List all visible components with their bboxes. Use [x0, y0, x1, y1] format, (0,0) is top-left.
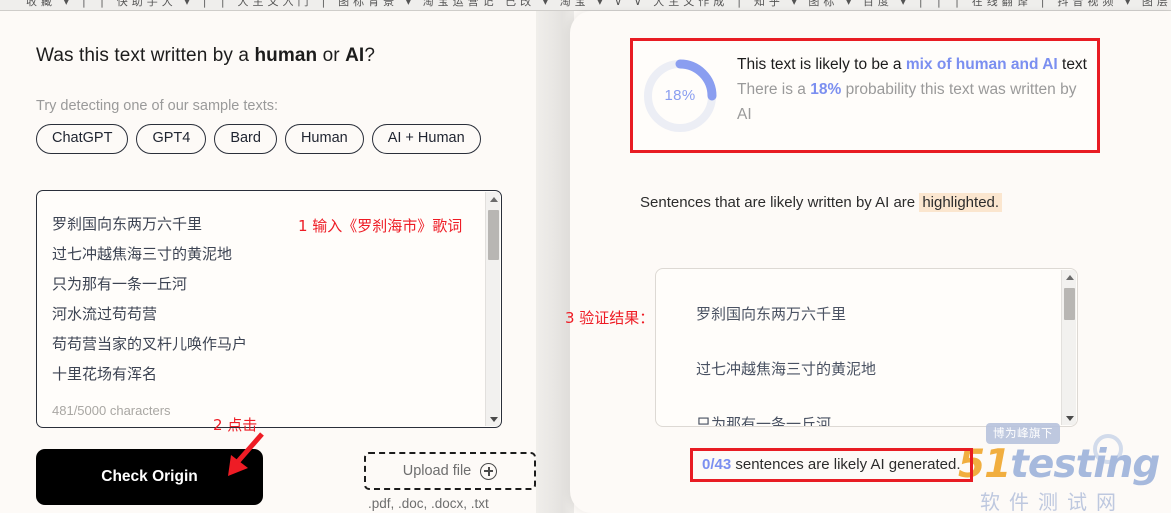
input-line: 过七冲越焦海三寸的黄泥地 — [52, 245, 233, 263]
result-subline: There is a 18% probability this text was… — [737, 77, 1089, 127]
result-subline-prefix: There is a — [737, 81, 811, 98]
output-scrollbar[interactable] — [1061, 270, 1076, 425]
sample-chip-bard[interactable]: Bard — [214, 124, 277, 154]
scroll-down-arrow-icon[interactable] — [486, 412, 501, 426]
page-title-ai: AI — [345, 45, 365, 66]
scroll-up-arrow-icon[interactable] — [1062, 270, 1077, 284]
sample-chip-chatgpt[interactable]: ChatGPT — [36, 124, 129, 154]
page-title-middle: or — [317, 45, 346, 66]
annotation-arrow-icon — [228, 432, 264, 476]
result-headline-suffix: text — [1057, 56, 1087, 73]
result-headline-prefix: This text is likely to be a — [737, 56, 906, 73]
toolbar-bookmark-text: 收藏 ▾ │ │ 快助手大 ▾ │ │ 大主文入门 │ 图标背景 ▾ 淘宝运营记… — [26, 0, 1171, 8]
analyzed-text-content: 罗刹国向东两万六千里 过七冲越焦海三寸的黄泥地 只为那有一条一丘河 — [696, 287, 1047, 427]
sample-chip-human[interactable]: Human — [284, 124, 364, 154]
highlight-sample-word: highlighted. — [919, 193, 1003, 212]
analyzed-line: 罗刹国向东两万六千里 — [696, 305, 847, 323]
sample-texts-label: Try detecting one of our sample texts: — [36, 98, 279, 114]
character-counter: 481/5000 characters — [52, 403, 171, 418]
upload-file-label: Upload file — [402, 463, 472, 479]
ai-sentence-count-text: sentences are likely AI generated. — [731, 456, 961, 473]
upload-format-hint: .pdf, .doc, .docx, .txt — [368, 496, 489, 511]
input-line: 苟苟营当家的叉杆儿唤作马户 — [52, 335, 248, 353]
sample-chip-group: ChatGPT GPT4 Bard Human AI + Human — [36, 124, 481, 154]
highlight-explanation: Sentences that are likely written by AI … — [640, 190, 1020, 216]
scroll-down-arrow-icon[interactable] — [1062, 411, 1077, 425]
sample-chip-ai-human[interactable]: AI + Human — [371, 124, 481, 154]
panel-divider — [536, 11, 574, 513]
app-root: 收藏 ▾ │ │ 快助手大 ▾ │ │ 大主文入门 │ 图标背景 ▾ 淘宝运营记… — [0, 0, 1171, 513]
input-scrollbar[interactable] — [485, 192, 500, 426]
page-title-human: human — [254, 45, 318, 66]
scrollbar-thumb[interactable] — [1064, 288, 1075, 320]
input-text-content: 罗刹国向东两万六千里 过七冲越焦海三寸的黄泥地 只为那有一条一丘河 河水流过苟苟… — [52, 209, 472, 389]
analyzed-line: 过七冲越焦海三寸的黄泥地 — [696, 360, 877, 378]
highlight-explanation-text: Sentences that are likely written by AI … — [640, 194, 920, 211]
input-line: 河水流过苟苟营 — [52, 305, 158, 323]
analyzed-text-box[interactable]: 罗刹国向东两万六千里 过七冲越焦海三寸的黄泥地 只为那有一条一丘河 — [655, 268, 1078, 427]
ai-sentence-count: 0/43 sentences are likely AI generated. — [690, 448, 973, 482]
annotation-step-1: 1 输入《罗刹海市》歌词 — [298, 217, 463, 235]
result-text-block: This text is likely to be a mix of human… — [737, 52, 1089, 127]
input-line: 只为那有一条一丘河 — [52, 275, 188, 293]
right-panel: 18% This text is likely to be a mix of h… — [570, 11, 1171, 513]
donut-center-label: 18% — [664, 87, 696, 104]
action-row: Check Origin Upload file .pdf, .doc, .do… — [36, 449, 536, 513]
result-summary-card: 18% This text is likely to be a mix of h… — [630, 38, 1100, 153]
upload-file-button[interactable]: Upload file — [364, 452, 536, 490]
ai-probability-donut-chart: 18% — [639, 55, 721, 137]
input-line: 十里花场有浑名 — [52, 365, 158, 383]
page-title-prefix: Was this text written by a — [36, 45, 255, 66]
result-headline-emphasis: mix of human and AI — [905, 56, 1058, 73]
page-title: Was this text written by a human or AI? — [36, 45, 375, 67]
left-panel: Was this text written by a human or AI? … — [0, 11, 536, 513]
ai-sentence-count-value: 0/43 — [702, 456, 732, 473]
result-headline: This text is likely to be a mix of human… — [737, 52, 1089, 77]
plus-circle-icon — [480, 462, 498, 480]
sample-chip-gpt4[interactable]: GPT4 — [136, 124, 207, 154]
result-subline-percent: 18% — [810, 81, 842, 98]
browser-toolbar-strip: 收藏 ▾ │ │ 快助手大 ▾ │ │ 大主文入门 │ 图标背景 ▾ 淘宝运营记… — [0, 0, 1171, 11]
scroll-up-arrow-icon[interactable] — [486, 192, 501, 206]
page-title-suffix: ? — [364, 45, 375, 66]
scrollbar-thumb[interactable] — [488, 210, 499, 260]
annotation-step-3: 3 验证结果： — [565, 309, 655, 327]
analyzed-line: 只为那有一条一丘河 — [696, 415, 832, 427]
